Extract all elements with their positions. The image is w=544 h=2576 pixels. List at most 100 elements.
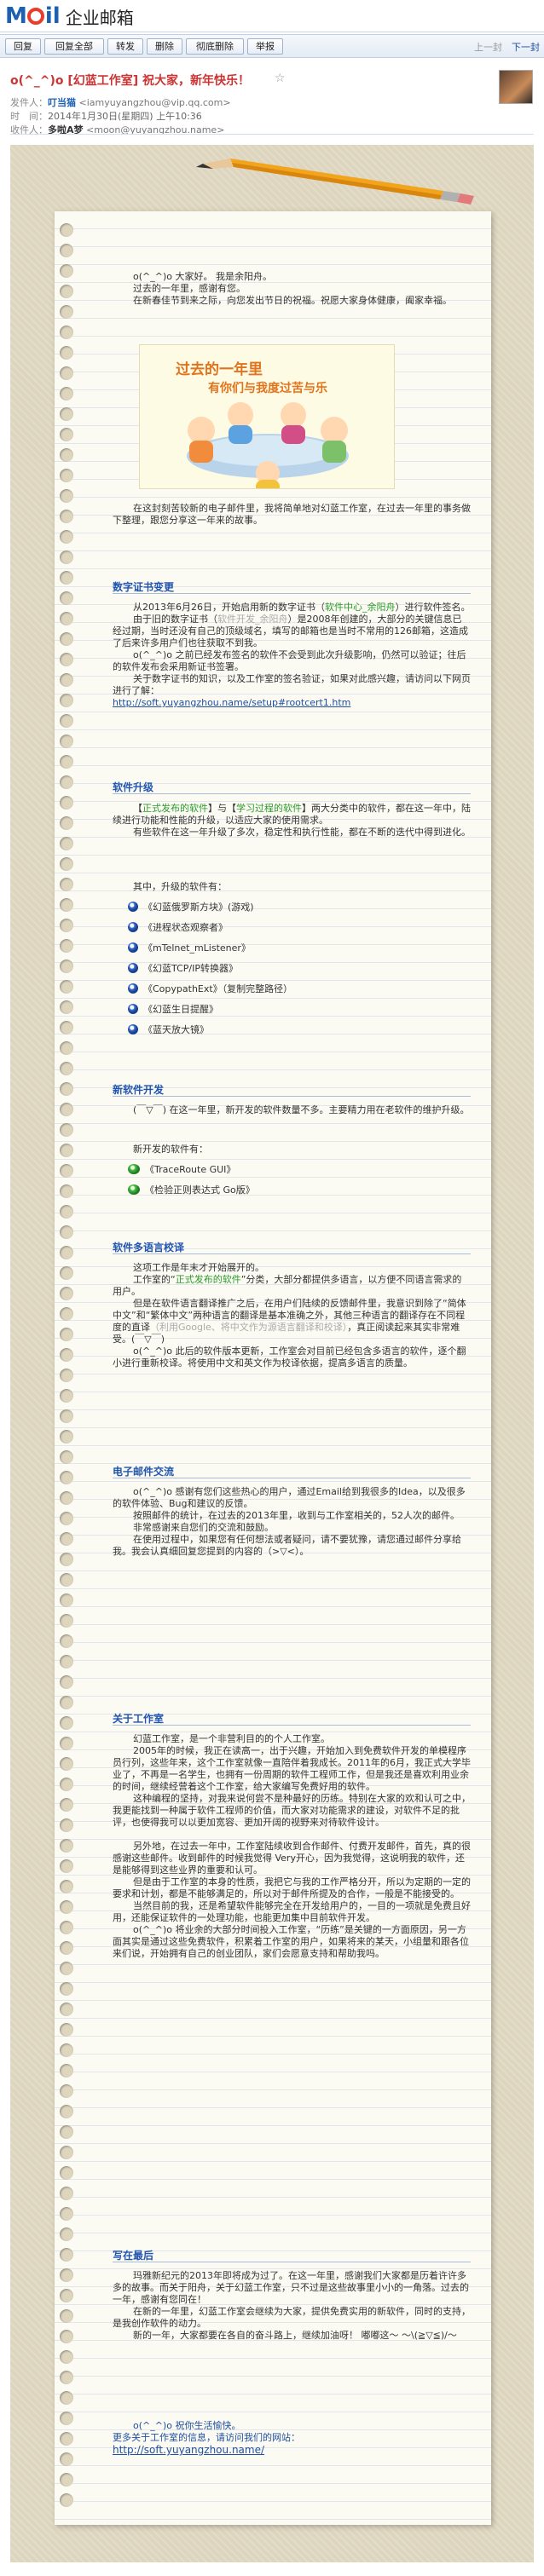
binder-hole	[60, 1614, 73, 1628]
i18n-p2: 工作室的“正式发布的软件”分类，大部分都提供多语言，以方便不同语言需求的用户。	[113, 1274, 471, 1298]
binder-hole	[60, 1921, 73, 1934]
binder-hole	[60, 407, 73, 421]
from-name[interactable]: 叮当猫	[48, 97, 76, 108]
upgrade-item-label: 《进程状态观察者》	[143, 922, 228, 933]
intro-summary-text: 在这封刻苦较新的电子邮件里，我将简单地对幻蓝工作室，在过去一年里的事务做下整理，…	[113, 503, 471, 526]
list-item: 《TraceRoute GUI》	[128, 1162, 235, 1176]
top-bar: M il 企业邮箱	[0, 0, 544, 32]
cert-p2: 由于旧的数字证书（软件开发_余阳舟）是2008年创建的，大部分的关键信息已经过期…	[113, 614, 471, 649]
section-rule	[113, 1096, 471, 1097]
binder-hole	[60, 1409, 73, 1423]
section-newsoft-body: (￣▽￣) 在这一年里，新开发的软件数量不多。主要精力用在老软件的维护升级。	[113, 1104, 471, 1116]
section-upgrade-body: 【正式发布的软件】与【学习过程的软件】两大分类中的软件，都在这一年中，陆续进行功…	[113, 803, 471, 838]
list-item: 《幻蓝俄罗斯方块》(游戏)	[128, 900, 254, 913]
binder-hole	[60, 2248, 73, 2262]
mail-p4: 在使用过程中，如果您有任何想法或者疑问，请不要犹豫，请您通过邮件分享给我。我会认…	[113, 1534, 461, 1557]
binder-hole	[60, 2023, 73, 2037]
binder-hole	[60, 2268, 73, 2282]
binder-hole	[60, 1491, 73, 1505]
binder-hole	[60, 755, 73, 769]
reply-button[interactable]: 回复	[5, 38, 41, 55]
upgrade-item-label: 《幻蓝TCP/IP转换器》	[143, 963, 238, 974]
binder-hole	[60, 919, 73, 932]
binder-hole	[60, 612, 73, 625]
about-p6: 当然目前的我，还是希望软件能够完全在开发给用户的，一目的一项就是免费且好用，还能…	[113, 1900, 471, 1923]
section-rule	[113, 1725, 471, 1726]
newsoft-item-label: 《TraceRoute GUI》	[145, 1164, 236, 1175]
binder-hole	[60, 857, 73, 871]
upgrade-list-title: 其中，升级的软件有：	[113, 881, 471, 893]
i18n-p3b: （利用Google、将中文作为源语言翻译和校译）	[150, 1322, 348, 1333]
binder-hole	[60, 2043, 73, 2057]
delete-button[interactable]: 删除	[147, 38, 182, 55]
cert-p4: 关于数字证书的知识，以及工作室的签名验证，如果对此感兴趣，请访问以下网页进行了解…	[113, 673, 471, 696]
binder-hole	[60, 264, 73, 278]
blue-bullet-icon	[128, 902, 138, 912]
prev-mail-link[interactable]: 上一封	[474, 40, 502, 54]
upgrade-item-label: 《蓝天放大镜》	[143, 1024, 209, 1035]
new-year-illustration: 过去的一年里 有你们与我度过苦与乐	[139, 344, 395, 489]
brand-logo[interactable]: M il 企业邮箱	[5, 3, 134, 29]
binder-hole	[60, 326, 73, 339]
about-p3: 这种编程的坚持，对我来说何尝不是种最好的历练。特别在大家的欢和认可之中，我更能找…	[113, 1793, 471, 1828]
footer-line-1: o(^_^)o 祝你生活愉快。	[133, 2420, 241, 2431]
report-button[interactable]: 举报	[247, 38, 283, 55]
binder-hole	[60, 1389, 73, 1403]
binder-hole	[60, 346, 73, 360]
binder-hole	[60, 1900, 73, 1914]
closing-p2: 在新的一年里，幻蓝工作室会继续为大家，提供免费实用的新软件，同时的支持，是我创作…	[113, 2306, 471, 2329]
upgrade-cat-official[interactable]: 正式发布的软件	[142, 803, 208, 814]
binder-hole	[60, 837, 73, 850]
binder-hole	[60, 1082, 73, 1096]
binder-hole	[60, 571, 73, 585]
list-item: 《幻蓝生日提醒》	[128, 1002, 218, 1016]
upgrade-p1: 【正式发布的软件】与【学习过程的软件】两大分类中的软件，都在这一年中，陆续进行功…	[113, 803, 471, 827]
binder-hole	[60, 2432, 73, 2446]
brand-name: 企业邮箱	[65, 7, 134, 28]
binder-hole	[60, 1041, 73, 1055]
footer-link[interactable]: http://soft.yuyangzhou.name/	[113, 2444, 264, 2456]
upgrade-item-label: 《幻蓝俄罗斯方块》(游戏)	[143, 902, 254, 913]
forward-button[interactable]: 转发	[107, 38, 143, 55]
upgrade-cat-learning[interactable]: 学习过程的软件	[236, 803, 302, 814]
upgrade-item-label: 《幻蓝生日提醒》	[143, 1004, 218, 1015]
binder-hole	[60, 1634, 73, 1648]
about-p5: 但是由于工作室的本身的性质，我把它与我的工作严格分开，所以为定期的一定的要求和计…	[113, 1876, 471, 1899]
binder-hole	[60, 2330, 73, 2343]
binder-hole	[60, 1737, 73, 1750]
from-email: <iamyuyangzhou@vip.qq.com>	[78, 97, 231, 108]
list-item: 《CopypathExt》（复制完整路径）	[128, 982, 292, 995]
from-label: 发件人：	[10, 97, 48, 108]
cert-link[interactable]: http://soft.yuyangzhou.name/setup#rootce…	[113, 697, 350, 708]
friends-table-graphic	[187, 402, 349, 488]
binder-hole	[60, 2187, 73, 2200]
sender-avatar[interactable]	[499, 70, 533, 104]
mail-subject: o(^_^)o [幻蓝工作室] 祝大家，新年快乐！	[10, 74, 251, 88]
binder-hole	[60, 2309, 73, 2323]
binder-hole	[60, 1675, 73, 1689]
blue-bullet-icon	[128, 922, 138, 932]
binder-hole	[60, 285, 73, 298]
binder-hole	[60, 1553, 73, 1566]
binder-hole	[60, 1348, 73, 1362]
list-item: 《蓝天放大镜》	[128, 1023, 209, 1036]
delete-permanently-button[interactable]: 彻底删除	[186, 38, 244, 55]
binder-hole	[60, 632, 73, 646]
reply-all-button[interactable]: 回复全部	[44, 38, 104, 55]
binder-hole	[60, 775, 73, 789]
binder-hole	[60, 1941, 73, 1955]
i18n-cat-official[interactable]: 正式发布的软件	[176, 1274, 241, 1285]
binder-hole	[60, 1532, 73, 1546]
section-title-about: 关于工作室	[113, 1713, 165, 1725]
binder-hole	[60, 1184, 73, 1198]
letter-footer: o(^_^)o 祝你生活愉快。 更多关于工作室的信息，请访问我们的网站： htt…	[113, 2420, 471, 2457]
cert-p1: 从2013年6月26日，开始启用新的数字证书（软件中心_余阳舟）进行软件签名。	[113, 602, 471, 614]
section-title-upgrade: 软件升级	[113, 781, 154, 793]
binder-hole	[60, 591, 73, 605]
binder-hole	[60, 223, 73, 237]
binder-hole	[60, 1430, 73, 1444]
next-mail-link[interactable]: 下一封	[512, 40, 540, 54]
binder-hole	[60, 448, 73, 462]
section-cert-body: 从2013年6月26日，开始启用新的数字证书（软件中心_余阳舟）进行软件签名。 …	[113, 602, 471, 709]
star-icon[interactable]: ☆	[275, 72, 286, 85]
